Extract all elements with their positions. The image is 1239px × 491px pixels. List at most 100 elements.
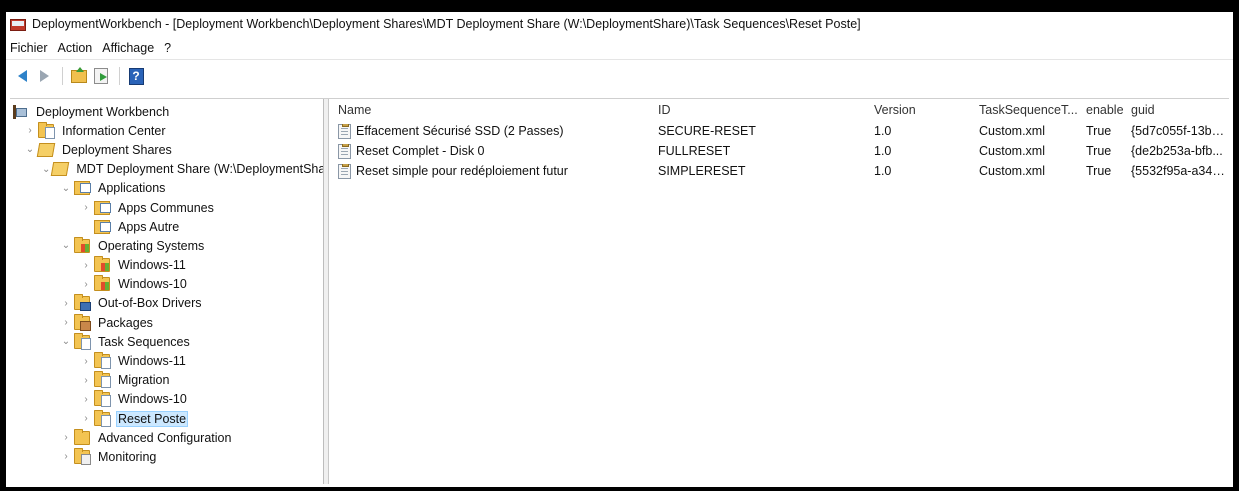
tree-node-packages[interactable]: › Packages — [10, 313, 323, 332]
title-bar: DeploymentWorkbench - [Deployment Workbe… — [6, 12, 1233, 36]
column-header-version[interactable]: Version — [866, 103, 971, 117]
forward-arrow-icon — [39, 70, 49, 82]
export-list-button[interactable] — [91, 66, 111, 86]
pane-splitter[interactable] — [324, 99, 329, 484]
tree-label: Operating Systems — [98, 238, 205, 253]
task-sequences-icon — [74, 332, 91, 350]
packages-icon — [74, 313, 91, 331]
app-window: DeploymentWorkbench - [Deployment Workbe… — [6, 12, 1233, 487]
cell-template: Custom.xml — [979, 124, 1045, 138]
menu-fichier[interactable]: Fichier — [10, 39, 48, 57]
tree-node-os-windows-11[interactable]: › Windows-11 — [10, 256, 323, 275]
chevron-right-icon[interactable]: › — [80, 356, 92, 367]
tree-label: Out-of-Box Drivers — [98, 296, 202, 311]
applications-folder-icon — [94, 219, 111, 234]
cell-version: 1.0 — [874, 144, 892, 158]
cell-guid: {de2b253a-bfb... — [1131, 144, 1223, 158]
chevron-right-icon[interactable]: › — [80, 279, 92, 290]
tree-node-os-windows-10[interactable]: › Windows-10 — [10, 275, 323, 294]
up-level-button[interactable] — [69, 66, 89, 86]
tree-label: Reset Poste — [116, 410, 189, 427]
chevron-right-icon[interactable]: › — [80, 202, 92, 213]
chevron-right-icon[interactable]: › — [60, 298, 72, 309]
tree-node-information-center[interactable]: › Information Center — [10, 121, 323, 140]
chevron-down-icon[interactable]: ⌄ — [60, 240, 72, 251]
chevron-right-icon[interactable]: › — [60, 451, 72, 462]
task-sequences-icon — [94, 371, 111, 389]
chevron-right-icon[interactable]: › — [60, 432, 72, 443]
tree-node-apps-communes[interactable]: › Apps Communes — [10, 198, 323, 217]
column-header-id[interactable]: ID — [650, 103, 866, 117]
forward-button[interactable] — [34, 66, 54, 86]
tree-node-applications[interactable]: ⌄ Applications — [10, 179, 323, 198]
tree-node-ts-windows-10[interactable]: › Windows-10 — [10, 390, 323, 409]
menu-help[interactable]: ? — [164, 39, 171, 57]
tree-node-apps-autre[interactable]: Apps Autre — [10, 217, 323, 236]
chevron-right-icon[interactable]: › — [60, 317, 72, 328]
tree-label: Deployment Workbench — [36, 104, 170, 119]
menu-affichage[interactable]: Affichage — [102, 39, 154, 57]
chevron-right-icon[interactable]: › — [80, 394, 92, 405]
folder-icon — [74, 428, 90, 445]
cell-enable: True — [1086, 124, 1112, 138]
tree-node-monitoring[interactable]: › Monitoring — [10, 447, 323, 466]
toolbar: ? — [6, 61, 1233, 91]
chevron-right-icon[interactable]: › — [80, 413, 92, 424]
tree-node-operating-systems[interactable]: ⌄ Operating Systems — [10, 236, 323, 255]
tree-label: Migration — [118, 373, 170, 388]
cell-version: 1.0 — [874, 124, 892, 138]
folder-open-icon — [36, 142, 56, 157]
tree-node-drivers[interactable]: › Out-of-Box Drivers — [10, 294, 323, 313]
list-header: Name ID Version TaskSequenceT... enable … — [330, 99, 1229, 121]
table-row[interactable]: Reset simple pour redéploiement futur SI… — [330, 161, 1229, 181]
navigation-tree[interactable]: Deployment Workbench › Information Cente… — [10, 99, 324, 484]
applications-folder-icon — [94, 200, 111, 215]
tree-label: Packages — [98, 315, 153, 330]
column-header-name[interactable]: Name — [330, 103, 650, 117]
chevron-down-icon[interactable]: ⌄ — [42, 164, 50, 175]
chevron-down-icon[interactable]: ⌄ — [24, 144, 36, 155]
cell-template: Custom.xml — [979, 164, 1045, 178]
cell-id: FULLRESET — [658, 144, 731, 158]
cell-name-text: Reset Complet - Disk 0 — [356, 144, 485, 158]
column-header-enable[interactable]: enable — [1078, 103, 1124, 117]
chevron-down-icon[interactable]: ⌄ — [60, 336, 72, 347]
task-sequence-list: Name ID Version TaskSequenceT... enable … — [330, 99, 1229, 484]
cell-id: SECURE-RESET — [658, 124, 756, 138]
tree-label: Task Sequences — [98, 334, 190, 349]
column-header-template[interactable]: TaskSequenceT... — [971, 103, 1078, 117]
tree-node-advanced-configuration[interactable]: › Advanced Configuration — [10, 428, 323, 447]
tree-node-root[interactable]: Deployment Workbench — [10, 102, 323, 121]
back-button[interactable] — [12, 66, 32, 86]
toolbar-separator — [62, 67, 63, 85]
tree-node-ts-migration[interactable]: › Migration — [10, 371, 323, 390]
tree-node-ts-windows-11[interactable]: › Windows-11 — [10, 351, 323, 370]
table-row[interactable]: Reset Complet - Disk 0 FULLRESET 1.0 Cus… — [330, 141, 1229, 161]
tree-label: Apps Communes — [118, 200, 214, 215]
table-row[interactable]: Effacement Sécurisé SSD (2 Passes) SECUR… — [330, 121, 1229, 141]
chevron-right-icon[interactable]: › — [24, 125, 36, 136]
menu-action[interactable]: Action — [58, 39, 93, 57]
back-arrow-icon — [17, 70, 27, 82]
information-center-icon — [38, 121, 55, 139]
help-button[interactable]: ? — [126, 66, 146, 86]
tree-node-ts-reset-poste[interactable]: › Reset Poste — [10, 409, 323, 428]
operating-systems-icon — [94, 256, 110, 273]
tree-label: Windows-10 — [118, 277, 187, 292]
cell-enable: True — [1086, 164, 1112, 178]
operating-systems-icon — [74, 236, 90, 253]
chevron-right-icon[interactable]: › — [80, 260, 92, 271]
chevron-down-icon[interactable]: ⌄ — [60, 183, 72, 194]
up-folder-icon — [71, 66, 87, 83]
window-title: DeploymentWorkbench - [Deployment Workbe… — [32, 17, 861, 31]
toolbar-separator — [119, 67, 120, 85]
tree-node-deployment-shares[interactable]: ⌄ Deployment Shares — [10, 140, 323, 159]
task-sequences-icon — [94, 352, 111, 370]
chevron-right-icon[interactable]: › — [80, 375, 92, 386]
tree-node-task-sequences[interactable]: ⌄ Task Sequences — [10, 332, 323, 351]
tree-node-mdt-share[interactable]: ⌄ MDT Deployment Share (W:\DeploymentSha… — [10, 160, 323, 179]
mdt-app-icon — [10, 17, 26, 31]
task-sequences-icon — [94, 390, 111, 408]
column-header-guid[interactable]: guid — [1123, 103, 1227, 117]
cell-name-text: Reset simple pour redéploiement futur — [356, 164, 568, 178]
